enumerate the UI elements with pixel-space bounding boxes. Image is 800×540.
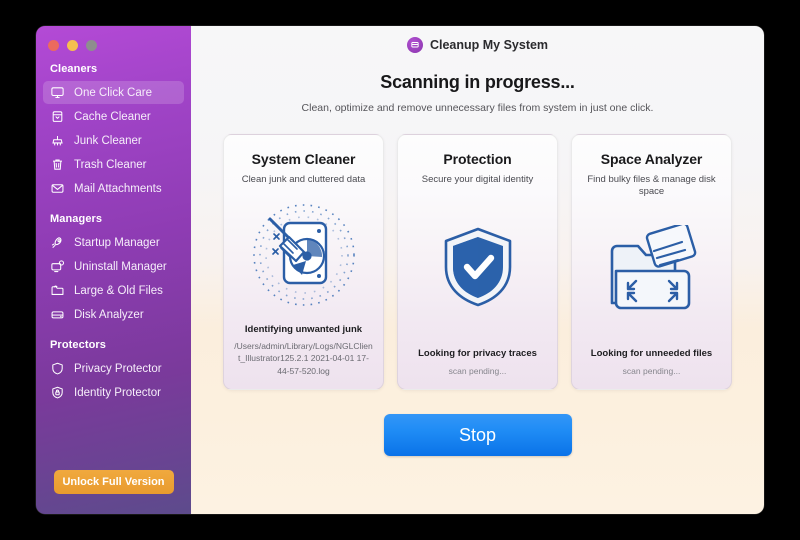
card-subtitle: Find bulky files & manage disk space <box>587 174 716 198</box>
card-detail: scan pending... <box>622 365 681 376</box>
sidebar-item-large-old-files[interactable]: Large & Old Files <box>43 279 184 302</box>
sidebar: Cleaners One Click Care Cache Cleaner Ju… <box>36 26 191 514</box>
lock-icon <box>50 385 65 400</box>
sidebar-item-label: Mail Attachments <box>74 182 162 195</box>
mail-icon <box>50 181 65 196</box>
sidebar-nav: Cleaners One Click Care Cache Cleaner Ju… <box>36 54 191 470</box>
scan-cards: System Cleaner Clean junk and cluttered … <box>223 134 732 390</box>
sidebar-item-cache-cleaner[interactable]: Cache Cleaner <box>43 105 184 128</box>
sidebar-item-label: Cache Cleaner <box>74 110 151 123</box>
shield-check-icon <box>406 186 549 347</box>
card-system-cleaner[interactable]: System Cleaner Clean junk and cluttered … <box>223 134 384 390</box>
stop-button[interactable]: Stop <box>383 414 572 456</box>
sidebar-item-label: Large & Old Files <box>74 284 163 297</box>
unlock-section: Unlock Full Version <box>36 470 191 514</box>
sidebar-section-managers-title: Managers <box>50 213 103 225</box>
sidebar-item-label: Privacy Protector <box>74 362 162 375</box>
uninstall-icon <box>50 259 65 274</box>
sidebar-item-mail-attachments[interactable]: Mail Attachments <box>43 177 184 200</box>
sidebar-item-one-click-care[interactable]: One Click Care <box>43 81 184 104</box>
sidebar-item-label: One Click Care <box>74 86 152 99</box>
card-subtitle: Secure your digital identity <box>421 174 534 185</box>
zoom-button[interactable] <box>86 39 97 51</box>
minimize-button[interactable] <box>67 39 78 51</box>
window-controls <box>36 26 191 54</box>
card-subtitle: Clean junk and cluttered data <box>241 174 366 185</box>
monitor-icon <box>50 85 65 100</box>
folder-expand-icon <box>580 199 723 348</box>
card-status: Identifying unwanted junk <box>244 324 363 336</box>
disk-broom-icon <box>232 186 375 324</box>
unlock-full-version-button[interactable]: Unlock Full Version <box>53 470 174 494</box>
page-title: Scanning in progress... <box>380 72 575 92</box>
sidebar-item-identity-protector[interactable]: Identity Protector <box>43 381 184 404</box>
sidebar-item-label: Trash Cleaner <box>74 158 147 171</box>
card-status: Looking for privacy traces <box>418 347 537 359</box>
sidebar-item-label: Junk Cleaner <box>74 134 142 147</box>
page-subtitle: Clean, optimize and remove unnecessary f… <box>301 102 654 114</box>
rocket-icon <box>50 235 65 250</box>
shield-icon <box>50 361 65 376</box>
sidebar-item-label: Uninstall Manager <box>74 260 167 273</box>
app-title: Cleanup My System <box>429 38 549 52</box>
sidebar-item-uninstall-manager[interactable]: Uninstall Manager <box>43 255 184 278</box>
close-button[interactable] <box>48 39 59 51</box>
cache-icon <box>50 109 65 124</box>
app-window: Cleaners One Click Care Cache Cleaner Ju… <box>36 26 764 514</box>
folder-icon <box>50 283 65 298</box>
sidebar-item-disk-analyzer[interactable]: Disk Analyzer <box>43 303 184 326</box>
sidebar-section-protectors-title: Protectors <box>50 339 107 351</box>
card-detail: /Users/admin/Library/Logs/NGLClient_Illu… <box>234 341 373 376</box>
sidebar-section-cleaners-title: Cleaners <box>50 63 98 75</box>
card-space-analyzer[interactable]: Space Analyzer Find bulky files & manage… <box>571 134 732 390</box>
card-title: Space Analyzer <box>600 151 703 167</box>
sidebar-item-label: Startup Manager <box>74 236 160 249</box>
card-status: Looking for unneeded files <box>590 347 713 359</box>
sidebar-item-junk-cleaner[interactable]: Junk Cleaner <box>43 129 184 152</box>
sidebar-item-privacy-protector[interactable]: Privacy Protector <box>43 357 184 380</box>
broom-icon <box>50 133 65 148</box>
app-titlebar: Cleanup My System <box>191 26 764 60</box>
sidebar-item-label: Disk Analyzer <box>74 308 144 321</box>
card-protection[interactable]: Protection Secure your digital identity … <box>397 134 558 390</box>
main-content: Cleanup My System Scanning in progress..… <box>191 26 764 514</box>
sidebar-item-startup-manager[interactable]: Startup Manager <box>43 231 184 254</box>
trash-icon <box>50 157 65 172</box>
disk-icon <box>50 307 65 322</box>
sidebar-item-label: Identity Protector <box>74 386 161 399</box>
card-title: Protection <box>443 151 512 167</box>
cleanup-logo-icon <box>406 37 423 53</box>
sidebar-item-trash-cleaner[interactable]: Trash Cleaner <box>43 153 184 176</box>
card-title: System Cleaner <box>251 151 356 167</box>
card-detail: scan pending... <box>448 365 507 376</box>
